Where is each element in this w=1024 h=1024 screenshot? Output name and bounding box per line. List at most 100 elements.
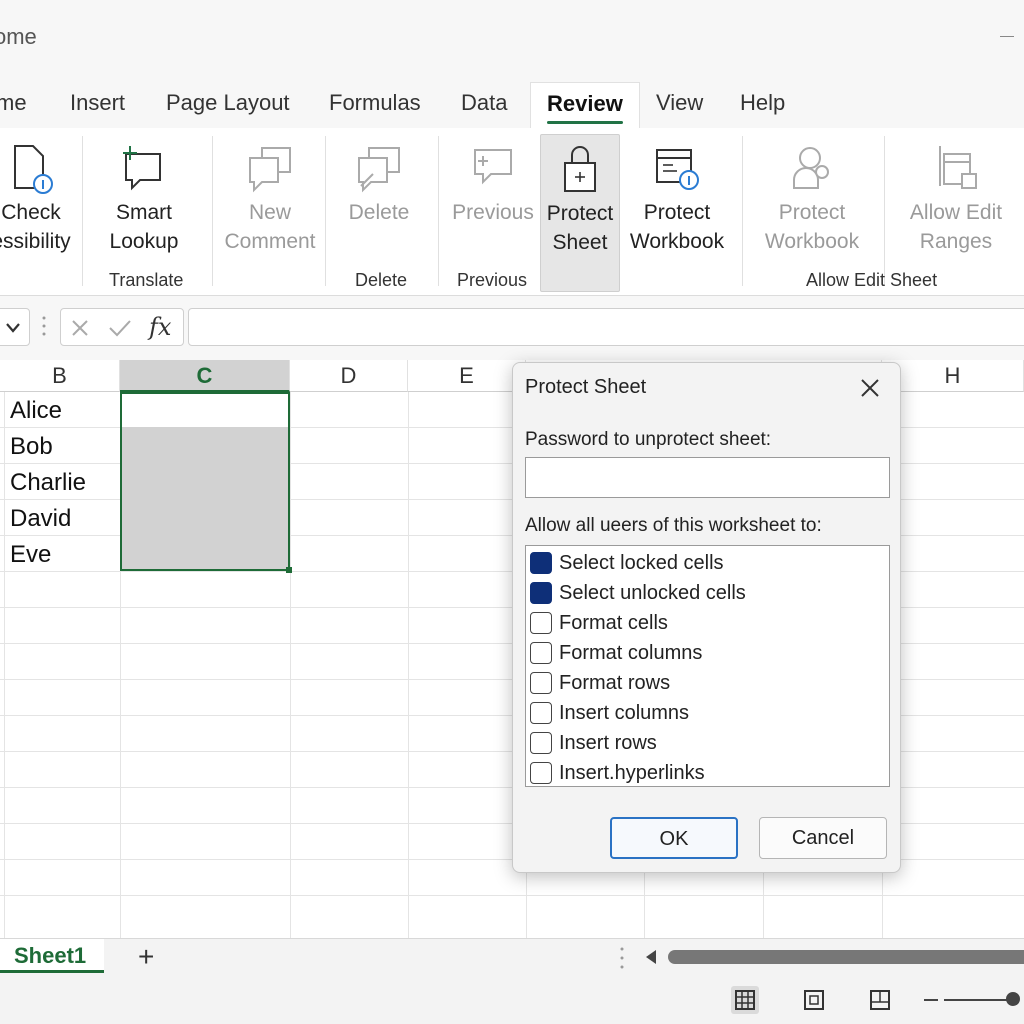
allow-edit-ranges-icon — [939, 146, 977, 189]
checkbox[interactable] — [530, 702, 552, 724]
formula-buttons: fx — [60, 308, 184, 346]
tab-home[interactable]: me — [0, 90, 27, 126]
zoom-out-icon[interactable] — [924, 999, 938, 1001]
checkbox-checked[interactable] — [530, 582, 552, 604]
delete-comment-button[interactable]: Delete — [338, 140, 420, 280]
fill-handle[interactable] — [286, 567, 292, 573]
name-box[interactable] — [0, 308, 30, 346]
selection-border — [120, 392, 290, 571]
zoom-slider[interactable] — [944, 999, 1014, 1001]
close-icon[interactable] — [853, 373, 887, 403]
password-label: Password to unprotect sheet: — [525, 429, 772, 450]
allow-users-label: Allow all ueers of this worksheet to: — [525, 515, 822, 536]
group-label-previous: Previous — [457, 270, 528, 290]
smart-lookup-label-2: Lookup — [109, 230, 179, 253]
page-layout-view-icon[interactable] — [800, 986, 828, 1014]
allow-edit-ranges-button[interactable]: Allow Edit Ranges — [900, 140, 1012, 280]
checkbox[interactable] — [530, 642, 552, 664]
permissions-list: Select locked cells Select unlocked cell… — [525, 545, 890, 787]
tab-page-layout[interactable]: Page Layout — [166, 90, 290, 126]
checkbox[interactable] — [530, 612, 552, 634]
new-comment-label-2: Comment — [224, 230, 316, 253]
scroll-left-arrow-icon[interactable] — [646, 950, 656, 964]
insert-function-icon[interactable]: fx — [149, 313, 171, 341]
protect-workbook-button[interactable]: Protect Workbook — [624, 140, 730, 280]
tab-view[interactable]: View — [656, 90, 703, 126]
accessibility-check-icon — [14, 145, 53, 194]
group-separator — [742, 136, 743, 286]
protect-workbook-disabled-label-1: Protect — [778, 201, 846, 224]
cell-b3[interactable]: Charlie — [0, 465, 120, 500]
option-label: Insert rows — [559, 732, 657, 754]
previous-comment-button[interactable]: Previous — [448, 140, 538, 280]
cancel-icon[interactable] — [69, 317, 91, 339]
allow-edit-ranges-label-2: Ranges — [919, 230, 993, 253]
column-header-d[interactable]: D — [290, 360, 408, 392]
checkbox[interactable] — [530, 672, 552, 694]
cell-b2[interactable]: Bob — [0, 429, 120, 464]
group-separator — [438, 136, 439, 286]
protect-workbook-person-icon — [793, 147, 829, 189]
title-bar: ome — [0, 0, 1024, 80]
gridline — [290, 392, 291, 938]
delete-comment-label: Delete — [348, 201, 410, 224]
new-comment-button[interactable]: New Comment — [222, 140, 318, 280]
column-header-e[interactable]: E — [408, 360, 526, 392]
gridline — [0, 895, 1024, 896]
cell-b1[interactable]: Alice — [0, 393, 120, 428]
group-label-translate: Translate — [109, 270, 184, 290]
page-break-view-icon[interactable] — [866, 986, 894, 1014]
normal-view-icon[interactable] — [731, 986, 759, 1014]
protect-sheet-button[interactable]: Protect Sheet — [540, 134, 620, 292]
protect-workbook-label-1: Protect — [643, 201, 711, 224]
group-separator — [884, 136, 885, 286]
splitter-dots-icon[interactable] — [620, 945, 624, 971]
password-field[interactable] — [525, 457, 890, 498]
ok-button[interactable]: OK — [610, 817, 738, 859]
column-header-h[interactable]: H — [882, 360, 1024, 392]
checkbox[interactable] — [530, 732, 552, 754]
checkbox-checked[interactable] — [530, 552, 552, 574]
tab-review-label: Review — [547, 91, 623, 116]
tab-review[interactable]: Review — [530, 82, 640, 128]
enter-check-icon[interactable] — [107, 317, 133, 339]
new-comment-label-1: New — [248, 201, 291, 224]
protect-workbook-label-2: Workbook — [629, 230, 725, 253]
option-label: Format cells — [559, 612, 668, 634]
protect-sheet-label-2: Sheet — [552, 231, 608, 254]
option-label: Select locked cells — [559, 552, 724, 574]
check-accessibility-button[interactable]: Check essibility — [0, 140, 74, 280]
column-header-c[interactable]: C — [120, 360, 290, 392]
add-sheet-button[interactable]: + — [138, 941, 154, 973]
sheet-tab-sheet1[interactable]: Sheet1 — [0, 939, 104, 973]
delete-comment-icon — [358, 147, 400, 193]
checkbox[interactable] — [530, 762, 552, 784]
check-accessibility-label-2: essibility — [0, 230, 71, 253]
smart-lookup-label-1: Smart — [115, 201, 172, 224]
allow-edit-ranges-label-1: Allow Edit — [909, 201, 1003, 224]
ribbon: Check essibility Smart Lookup Translate … — [0, 128, 1024, 296]
tab-data[interactable]: Data — [461, 90, 507, 126]
status-bar — [0, 976, 1024, 1024]
option-label: Insert columns — [559, 702, 690, 724]
protect-sheet-dialog: Protect Sheet Password to unprotect shee… — [512, 362, 901, 873]
smart-lookup-button[interactable]: Smart Lookup — [98, 140, 190, 280]
tab-formulas[interactable]: Formulas — [329, 90, 421, 126]
previous-comment-label: Previous — [452, 201, 534, 224]
cell-b4[interactable]: David — [0, 501, 120, 536]
minimize-button[interactable] — [1000, 36, 1014, 37]
cancel-button[interactable]: Cancel — [759, 817, 887, 859]
new-comment-icon — [249, 147, 291, 193]
horizontal-scrollbar[interactable] — [668, 950, 1024, 964]
check-accessibility-label-1: Check — [1, 201, 61, 224]
protect-workbook-disabled-button[interactable]: Protect Workbook — [758, 140, 866, 280]
column-header-b[interactable]: B — [0, 360, 120, 392]
group-separator — [325, 136, 326, 286]
zoom-slider-thumb[interactable] — [1006, 992, 1020, 1006]
tab-help[interactable]: Help — [740, 90, 785, 126]
cell-b5[interactable]: Eve — [0, 537, 120, 572]
formula-input[interactable] — [188, 308, 1024, 346]
tab-insert[interactable]: Insert — [70, 90, 125, 126]
dialog-title: Protect Sheet — [525, 376, 647, 398]
option-label: Select unlocked cells — [559, 582, 746, 604]
